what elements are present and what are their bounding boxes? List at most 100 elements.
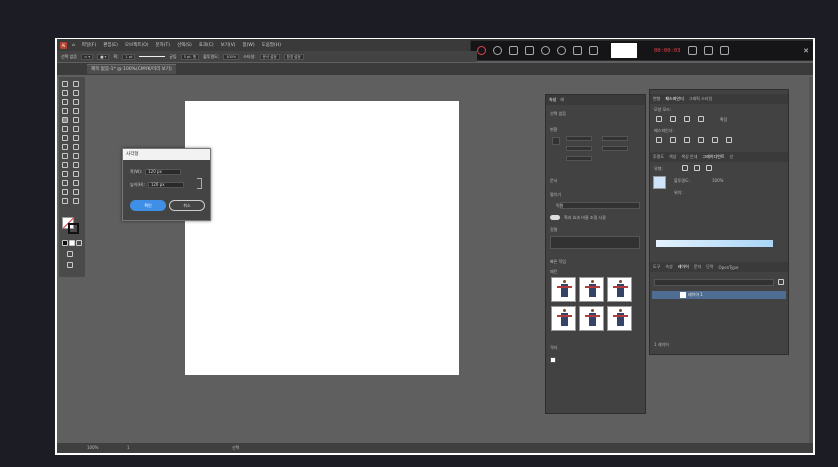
draw-mode-icon[interactable] bbox=[67, 251, 73, 257]
menu-view[interactable]: 보기(V) bbox=[219, 42, 238, 48]
symbol-thumb-3[interactable] bbox=[607, 277, 632, 302]
hand-tool-icon[interactable] bbox=[62, 198, 68, 204]
freeform-gradient-icon[interactable] bbox=[706, 165, 712, 171]
zoom-out-icon[interactable] bbox=[557, 46, 566, 55]
symbol-thumb-6[interactable] bbox=[607, 306, 632, 331]
tab-properties[interactable]: 속성 bbox=[549, 97, 556, 103]
reference-point-icon[interactable] bbox=[552, 137, 560, 145]
intersect-icon[interactable] bbox=[684, 116, 690, 122]
align-area[interactable] bbox=[550, 236, 640, 249]
menu-type[interactable]: 문자(T) bbox=[154, 42, 173, 48]
eyedropper-tool-icon[interactable] bbox=[62, 171, 68, 177]
monitor-icon[interactable] bbox=[719, 46, 729, 55]
tab-tools[interactable]: 도구 bbox=[653, 264, 660, 270]
opacity-field[interactable]: 100% bbox=[223, 53, 240, 60]
radial-gradient-icon[interactable] bbox=[694, 165, 700, 171]
filter-icon[interactable] bbox=[778, 279, 784, 285]
minus-front-icon[interactable] bbox=[670, 116, 676, 122]
menu-window[interactable]: 창(W) bbox=[241, 42, 257, 48]
stroke-color-picker[interactable]: ■ ▾ bbox=[97, 53, 110, 60]
gradient-tool-icon[interactable] bbox=[73, 162, 79, 168]
width-tool-icon[interactable] bbox=[62, 144, 68, 150]
stop-record-icon[interactable] bbox=[477, 46, 486, 55]
zoom-in-icon[interactable] bbox=[541, 46, 550, 55]
home-icon[interactable]: ⌂ bbox=[70, 43, 77, 48]
screen-mode-icon[interactable] bbox=[67, 262, 73, 268]
stroke-style[interactable]: 균등 bbox=[169, 54, 176, 60]
symbol-thumb-5[interactable] bbox=[579, 306, 604, 331]
shaper-tool-icon[interactable] bbox=[62, 126, 68, 132]
rectangle-tool-icon[interactable] bbox=[62, 117, 68, 123]
constrain-proportions-icon[interactable] bbox=[197, 178, 202, 189]
pause-icon[interactable] bbox=[493, 46, 502, 55]
tab-layers[interactable]: 레이어 bbox=[678, 264, 689, 270]
blend-tool-icon[interactable] bbox=[73, 171, 79, 177]
rotate-tool-icon[interactable] bbox=[62, 135, 68, 141]
menu-file[interactable]: 파일(F) bbox=[80, 42, 98, 48]
cancel-button[interactable]: 취소 bbox=[169, 200, 205, 211]
dialog-title[interactable]: 사각형 bbox=[123, 149, 210, 160]
w-field[interactable] bbox=[566, 146, 592, 151]
type-tool-icon[interactable] bbox=[62, 108, 68, 114]
preferences-button[interactable]: 환경 설정 bbox=[283, 53, 304, 60]
tab-transform[interactable]: 변형 bbox=[653, 96, 660, 102]
artboard[interactable] bbox=[185, 101, 459, 375]
brush-definition[interactable]: 5 pt. 원 bbox=[180, 53, 200, 60]
screenshot-icon[interactable] bbox=[509, 46, 518, 55]
gradient-opacity-value[interactable]: 100% bbox=[712, 178, 723, 183]
merge-icon[interactable] bbox=[684, 137, 690, 143]
h-field[interactable] bbox=[602, 146, 628, 151]
perspective-grid-tool-icon[interactable] bbox=[73, 153, 79, 159]
trim-icon[interactable] bbox=[670, 137, 676, 143]
curvature-tool-icon[interactable] bbox=[73, 99, 79, 105]
ok-button[interactable]: 확인 bbox=[130, 200, 166, 211]
free-transform-tool-icon[interactable] bbox=[73, 144, 79, 150]
artboard-number[interactable]: 1 bbox=[127, 445, 130, 450]
line-tool-icon[interactable] bbox=[73, 108, 79, 114]
tab-color[interactable]: 색상 bbox=[669, 154, 676, 160]
gradient-mode-icon[interactable] bbox=[69, 240, 75, 246]
folder-icon[interactable] bbox=[703, 46, 713, 55]
width-input[interactable]: 120 px bbox=[145, 169, 182, 175]
menu-object[interactable]: 오브젝트(O) bbox=[123, 42, 151, 48]
exclude-icon[interactable] bbox=[698, 116, 704, 122]
divide-icon[interactable] bbox=[656, 137, 662, 143]
menu-select[interactable]: 선택(S) bbox=[175, 42, 194, 48]
menu-help[interactable]: 도움말(H) bbox=[260, 42, 283, 48]
y-field[interactable] bbox=[602, 136, 628, 141]
tab-gradient[interactable]: 그레이디언트 bbox=[702, 154, 724, 160]
expand-button[interactable]: 확장 bbox=[720, 117, 727, 123]
gradient-slider[interactable] bbox=[656, 240, 773, 247]
zoom-tool-icon[interactable] bbox=[73, 198, 79, 204]
rotate-field[interactable] bbox=[566, 156, 592, 161]
tab-attributes[interactable]: 속성 bbox=[665, 264, 672, 270]
column-graph-tool-icon[interactable] bbox=[73, 180, 79, 186]
tab-stroke[interactable]: 선 bbox=[730, 154, 734, 160]
symbol-sprayer-tool-icon[interactable] bbox=[62, 180, 68, 186]
direct-selection-tool-icon[interactable] bbox=[73, 81, 79, 87]
tab-opentype[interactable]: OpenType bbox=[719, 265, 739, 270]
layer-search-input[interactable] bbox=[654, 279, 774, 286]
eraser-tool-icon[interactable] bbox=[73, 126, 79, 132]
zoom-level[interactable]: 100% bbox=[87, 445, 98, 450]
symbol-thumb-4[interactable] bbox=[551, 306, 576, 331]
doc-setup-button[interactable]: 문서 설정 bbox=[259, 53, 280, 60]
scale-tool-icon[interactable] bbox=[73, 135, 79, 141]
tab-pathfinder[interactable]: 패스파인더 bbox=[665, 96, 683, 102]
symbol-thumb-1[interactable] bbox=[551, 277, 576, 302]
cursor-highlight-icon[interactable] bbox=[589, 46, 598, 55]
tab-color-guide[interactable]: 색상 안내 bbox=[681, 154, 697, 160]
swatch-none-icon[interactable] bbox=[550, 357, 556, 363]
vertical-scrollbar[interactable] bbox=[809, 77, 813, 443]
color-mode-icon[interactable] bbox=[62, 240, 68, 246]
preview-thumbnail[interactable] bbox=[611, 43, 637, 58]
stroke-swatch[interactable] bbox=[68, 223, 79, 234]
stroke-weight-field[interactable]: 1 pt bbox=[122, 53, 136, 60]
settings-icon[interactable] bbox=[687, 46, 697, 55]
tab-layers[interactable]: 레 bbox=[560, 97, 564, 103]
height-input[interactable]: 120 px bbox=[147, 182, 184, 188]
magic-wand-tool-icon[interactable] bbox=[62, 90, 68, 96]
menu-edit[interactable]: 편집(E) bbox=[101, 42, 120, 48]
layer-row[interactable]: 레이어 1 bbox=[652, 291, 786, 299]
symbol-thumb-2[interactable] bbox=[579, 277, 604, 302]
